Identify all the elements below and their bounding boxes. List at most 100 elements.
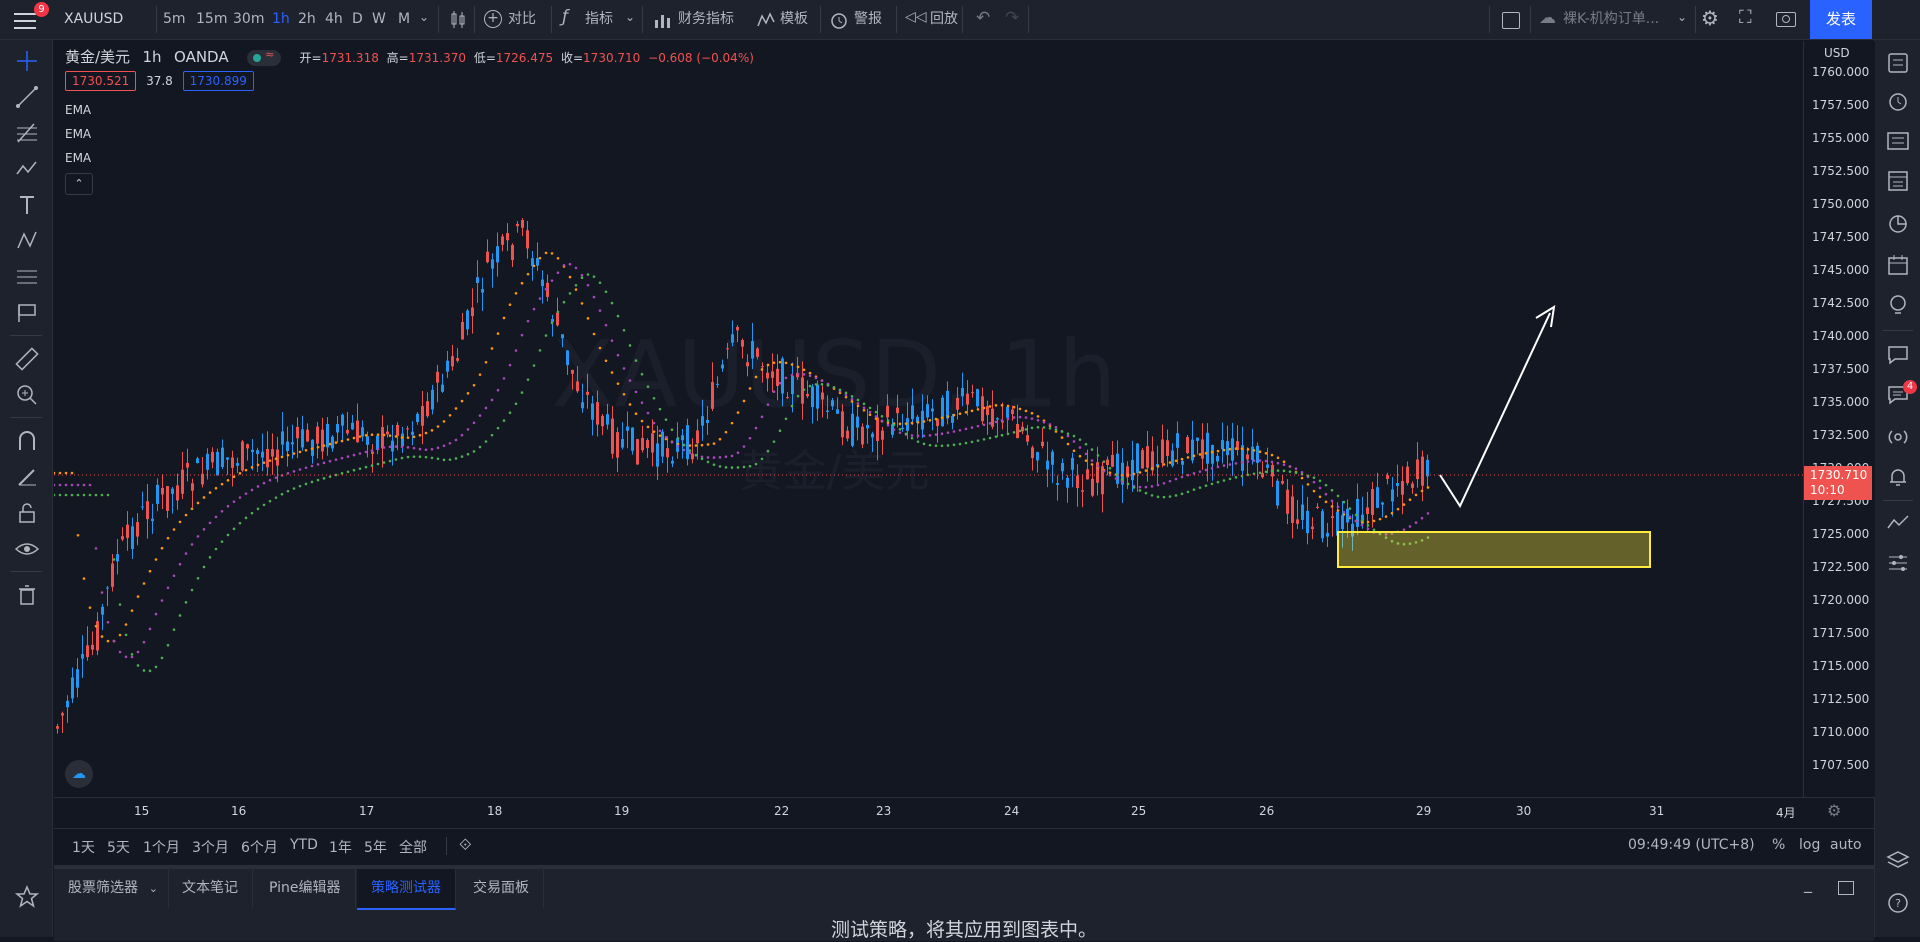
- settings-gear-icon[interactable]: ⚙: [1701, 6, 1719, 30]
- maximize-panel-icon[interactable]: [1838, 881, 1854, 895]
- templates-button[interactable]: 模板: [757, 0, 817, 39]
- help-icon[interactable]: ?: [1885, 890, 1911, 916]
- layers-icon[interactable]: [1885, 848, 1911, 874]
- compare-button[interactable]: + 对比: [482, 0, 542, 39]
- tab-pine-editor[interactable]: Pine编辑器: [255, 869, 356, 908]
- replay-button[interactable]: ◁◁ 回放: [905, 0, 965, 39]
- text-icon[interactable]: [14, 192, 40, 218]
- percent-toggle[interactable]: %: [1772, 837, 1785, 853]
- hotlist-icon[interactable]: [1885, 210, 1911, 236]
- symbol-search[interactable]: XAUUSD: [64, 0, 123, 39]
- interval-d[interactable]: D: [352, 0, 363, 39]
- goto-date-icon[interactable]: ⟐: [459, 835, 472, 855]
- eye-icon[interactable]: [14, 536, 40, 562]
- range-ytd[interactable]: YTD: [290, 837, 318, 853]
- stay-in-drawing-icon[interactable]: [14, 464, 40, 490]
- trash-icon[interactable]: [14, 582, 40, 608]
- range-1d[interactable]: 1天: [72, 837, 95, 857]
- interval-15m[interactable]: 15m: [196, 0, 227, 39]
- streams-icon[interactable]: [1885, 424, 1911, 450]
- watchlist-icon[interactable]: [1885, 50, 1911, 76]
- range-3m[interactable]: 3个月: [192, 837, 229, 857]
- fullscreen-icon[interactable]: ⛶: [1739, 7, 1752, 28]
- calendar-icon[interactable]: [1885, 252, 1911, 278]
- range-5d[interactable]: 5天: [107, 837, 130, 857]
- range-all[interactable]: 全部: [399, 837, 427, 857]
- candle-body: [791, 375, 794, 395]
- tradingview-logo-icon[interactable]: ☁: [65, 760, 93, 788]
- layout-selector[interactable]: ☁ 裸K-机构订单... ⌄: [1537, 0, 1687, 39]
- range-1y[interactable]: 1年: [329, 837, 352, 857]
- interval-2h[interactable]: 2h: [298, 0, 316, 39]
- crosshair-icon[interactable]: [14, 48, 40, 74]
- dom-icon[interactable]: [1885, 550, 1911, 576]
- range-1m[interactable]: 1个月: [143, 837, 180, 857]
- alarm-clock-icon[interactable]: [1885, 88, 1911, 114]
- sell-price-button[interactable]: 1730.521: [65, 71, 137, 91]
- ideas-icon[interactable]: [1885, 292, 1911, 318]
- interval-w[interactable]: W: [372, 0, 386, 39]
- notifications-bell-icon[interactable]: [1885, 464, 1911, 490]
- undo-icon[interactable]: ↶: [976, 8, 990, 28]
- range-5y[interactable]: 5年: [364, 837, 387, 857]
- clock-timezone[interactable]: 09:49:49 (UTC+8): [1628, 837, 1755, 853]
- layout-square-icon[interactable]: [1502, 12, 1520, 29]
- tab-strategy-tester[interactable]: 策略测试器: [357, 869, 456, 910]
- price-chart[interactable]: XAUUSD, 1h 黄金/美元: [54, 41, 1803, 797]
- legend-title[interactable]: 黄金/美元: [65, 48, 130, 66]
- redo-icon[interactable]: ↷: [1005, 8, 1019, 28]
- candle-style-icon[interactable]: [449, 10, 467, 30]
- minimize-panel-icon[interactable]: _: [1804, 874, 1812, 893]
- flag-icon[interactable]: [14, 300, 40, 326]
- buy-price-button[interactable]: 1730.899: [182, 71, 254, 91]
- interval-4h[interactable]: 4h: [325, 0, 343, 39]
- trading-icon[interactable]: [1885, 510, 1911, 536]
- financials-button[interactable]: 财务指标: [652, 0, 742, 39]
- alert-button[interactable]: 警报: [828, 0, 888, 39]
- chart-pane[interactable]: XAUUSD, 1h 黄金/美元 黄金/美元 1h OANDA ≈ 开=1731…: [54, 41, 1803, 797]
- interval-5m[interactable]: 5m: [163, 0, 186, 39]
- news-icon[interactable]: [1885, 128, 1911, 154]
- price-axis[interactable]: USD 1760.000 1757.500 1755.000 1752.500 1750…: [1803, 41, 1875, 797]
- collapse-legend-button[interactable]: ⌃: [65, 173, 93, 195]
- interval-30m[interactable]: 30m: [233, 0, 264, 39]
- ema-point: [712, 442, 716, 445]
- publish-button[interactable]: 发表: [1810, 0, 1872, 39]
- ruler-icon[interactable]: [14, 346, 40, 372]
- range-6m[interactable]: 6个月: [241, 837, 278, 857]
- ema-indicator-1[interactable]: EMA: [65, 103, 91, 117]
- pattern-icon[interactable]: [14, 156, 40, 182]
- auto-toggle[interactable]: auto: [1830, 837, 1862, 853]
- tab-text-notes[interactable]: 文本笔记: [168, 869, 253, 908]
- long-position-icon[interactable]: [14, 264, 40, 290]
- menu-icon[interactable]: [14, 10, 36, 30]
- star-icon[interactable]: [14, 884, 40, 910]
- fib-tool-icon[interactable]: [14, 120, 40, 146]
- ema-point: [1006, 432, 1010, 436]
- market-status-badge[interactable]: ≈: [247, 48, 282, 66]
- lock-icon[interactable]: [14, 500, 40, 526]
- time-axis[interactable]: 15 16 17 18 19 22 23 24 25 26 29 30 31 4月 ⚙: [54, 797, 1874, 828]
- ema-point: [1360, 519, 1364, 522]
- indicators-button[interactable]: ƒ 指标 ⌄: [560, 0, 635, 39]
- log-toggle[interactable]: log: [1799, 837, 1820, 853]
- ema-point: [112, 639, 116, 643]
- camera-icon[interactable]: [1776, 12, 1796, 27]
- interval-1h[interactable]: 1h: [272, 0, 290, 39]
- demand-zone[interactable]: [1337, 531, 1651, 568]
- interval-m[interactable]: M: [398, 0, 410, 39]
- tab-stock-screener[interactable]: 股票筛选器 ⌄: [54, 869, 169, 908]
- ema-point: [1138, 471, 1142, 474]
- ema-indicator-3[interactable]: EMA: [65, 151, 91, 165]
- magnet-icon[interactable]: [14, 428, 40, 454]
- zoom-in-icon[interactable]: [14, 382, 40, 408]
- data-window-icon[interactable]: [1885, 168, 1911, 194]
- trend-line-icon[interactable]: [14, 84, 40, 110]
- axis-settings-gear-icon[interactable]: ⚙: [1827, 801, 1841, 820]
- chevron-down-icon[interactable]: ⌄: [419, 10, 429, 24]
- node-icon[interactable]: [14, 228, 40, 254]
- chat-icon[interactable]: [1885, 342, 1911, 368]
- currency-label[interactable]: USD: [1824, 46, 1850, 60]
- tab-trading-panel[interactable]: 交易面板: [459, 869, 544, 908]
- ema-indicator-2[interactable]: EMA: [65, 127, 91, 141]
